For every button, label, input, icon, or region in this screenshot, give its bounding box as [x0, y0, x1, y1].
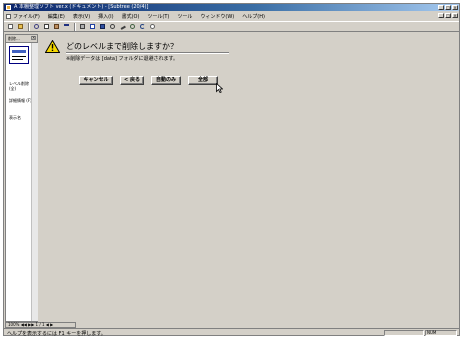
refresh-button[interactable] — [139, 23, 146, 30]
menu-bar: ファイル(F) 編集(E) 表示(V) 挿入(I) 書式(O) ツール(T) ツ… — [4, 12, 459, 20]
menu-window[interactable]: ウィンドウ(W) — [200, 13, 234, 20]
status-bar: ヘルプを表示するには F1 キーを押します。 NUM — [4, 328, 459, 337]
menu-insert[interactable]: 挿入(I) — [98, 13, 113, 20]
warning-icon — [45, 40, 60, 53]
zoom-icon — [130, 24, 135, 29]
sidebar-panel: 削除... × レベル削除 (全) 詳細情報 (F) 表示名 — [5, 34, 38, 322]
window-title: A 本棚整理ソフト ver.x (ドキュメント) - [Subtree (20/… — [14, 4, 149, 10]
window-controls: _ □ × — [438, 5, 458, 10]
undo-button[interactable] — [63, 23, 70, 30]
sidebar-scrollbar[interactable] — [31, 43, 38, 321]
save-icon — [100, 24, 105, 29]
menu-tools-2[interactable]: ツール — [177, 13, 192, 20]
paste-icon — [54, 24, 59, 29]
close-button[interactable]: × — [452, 5, 458, 10]
sidebar-close-button[interactable]: × — [31, 36, 36, 40]
undo-icon — [64, 24, 69, 29]
sidebar-title: 削除... — [8, 36, 20, 41]
backup-notice: ※削除データは [data] フォルダに退避されます。 — [66, 56, 179, 62]
sidebar-item-details[interactable]: 詳細情報 (F) — [9, 98, 32, 103]
cut-icon — [34, 24, 39, 29]
paste-button[interactable] — [53, 23, 60, 30]
status-num-lock: NUM — [427, 330, 437, 335]
find-button[interactable] — [109, 23, 116, 30]
status-panel — [384, 330, 424, 336]
document-window-controls: _ □ × — [438, 13, 458, 18]
menu-format[interactable]: 書式(O) — [122, 13, 140, 20]
sidebar-item-display-name[interactable]: 表示名 — [9, 115, 21, 120]
edit-icon — [119, 23, 126, 30]
toolbar-separator — [74, 22, 76, 31]
help-icon — [150, 24, 155, 29]
menu-view[interactable]: 表示(V) — [73, 13, 90, 20]
dialog-button-row: キャンセル < 戻る 自動のみ 全部 — [79, 76, 218, 85]
open-button[interactable] — [17, 23, 24, 30]
copy-button[interactable] — [43, 23, 50, 30]
new-button[interactable] — [7, 23, 14, 30]
preview-button[interactable] — [89, 23, 96, 30]
doc-close-button[interactable]: × — [452, 13, 458, 18]
edit-button[interactable] — [119, 23, 126, 30]
thumbnail-line — [12, 59, 23, 60]
menu-tools[interactable]: ツール(T) — [147, 13, 169, 20]
maximize-button[interactable]: □ — [445, 5, 451, 10]
open-icon — [18, 24, 23, 29]
print-icon — [80, 24, 85, 29]
back-button[interactable]: < 戻る — [120, 76, 144, 85]
print-button[interactable] — [79, 23, 86, 30]
auto-only-button[interactable]: 自動のみ — [151, 76, 181, 85]
toolbar-separator — [28, 22, 30, 31]
zoom-button[interactable] — [129, 23, 136, 30]
page-thumbnail[interactable] — [9, 46, 29, 64]
title-bar: A 本棚整理ソフト ver.x (ドキュメント) - [Subtree (20/… — [4, 4, 459, 11]
delete-level-prompt: どのレベルまで削除しますか？ — [66, 42, 178, 51]
toolbar — [4, 21, 459, 32]
menu-help[interactable]: ヘルプ(H) — [242, 13, 265, 20]
main-content: どのレベルまで削除しますか？ ※削除データは [data] フォルダに退避されま… — [39, 34, 458, 322]
menu-file[interactable]: ファイル(F) — [13, 13, 40, 20]
prompt-divider — [66, 52, 229, 54]
mouse-cursor-icon — [216, 83, 223, 93]
thumbnail-header — [12, 50, 26, 53]
minimize-button[interactable]: _ — [438, 5, 444, 10]
doc-restore-button[interactable]: □ — [445, 13, 451, 18]
delete-all-button[interactable]: 全部 — [188, 76, 218, 85]
thumbnail-line — [12, 56, 26, 57]
cancel-button[interactable]: キャンセル — [79, 76, 113, 85]
page-navigation-label: 100% ◀◀ ▶▶ 1 / 1 ◀ ▶ — [8, 322, 54, 327]
menu-edit[interactable]: 編集(E) — [48, 13, 65, 20]
new-icon — [8, 24, 13, 29]
sidebar-header: 削除... × — [6, 35, 37, 43]
save-button[interactable] — [99, 23, 106, 30]
doc-minimize-button[interactable]: _ — [438, 13, 444, 18]
document-icon[interactable] — [6, 13, 11, 19]
app-window: A 本棚整理ソフト ver.x (ドキュメント) - [Subtree (20/… — [3, 3, 460, 337]
status-hint: ヘルプを表示するには F1 キーを押します。 — [7, 331, 106, 337]
cut-button[interactable] — [33, 23, 40, 30]
app-icon[interactable] — [6, 5, 11, 10]
refresh-icon — [140, 24, 145, 29]
preview-icon — [90, 24, 95, 29]
find-icon — [110, 24, 115, 29]
copy-icon — [44, 24, 49, 29]
help-button[interactable] — [149, 23, 156, 30]
